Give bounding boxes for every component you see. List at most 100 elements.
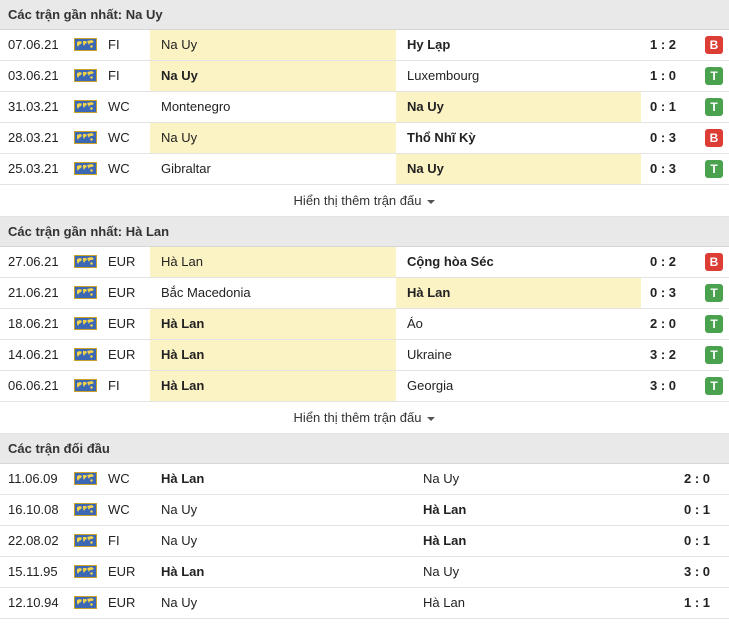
away-team[interactable]: Cộng hòa Séc — [396, 247, 641, 277]
show-more-button[interactable]: Hiển thị thêm trận đấu — [0, 402, 729, 434]
match-score[interactable]: 3 : 0 — [675, 557, 719, 587]
recent-matches-norway: Các trận gần nhất: Na Uy 07.06.21 FI Na Uy… — [0, 0, 729, 217]
match-row[interactable]: 03.06.21 FI Na Uy Luxembourg 1 : 0 T — [0, 61, 729, 92]
match-date: 07.06.21 — [8, 37, 59, 52]
head-to-head: Các trận đối đầu 11.06.09 WC Hà Lan Na Uy 2 … — [0, 434, 729, 619]
home-team[interactable]: Montenegro — [150, 92, 396, 122]
away-team[interactable]: Hy Lạp — [396, 30, 641, 60]
home-team[interactable]: Hà Lan — [150, 464, 412, 494]
home-team[interactable]: Hà Lan — [150, 247, 396, 277]
world-map-flag-icon — [74, 69, 97, 82]
world-map-flag-icon — [74, 348, 97, 361]
competition-code: EUR — [108, 316, 136, 331]
home-team[interactable]: Hà Lan — [150, 309, 396, 339]
match-row[interactable]: 12.10.94 EUR Na Uy Hà Lan 1 : 1 — [0, 588, 729, 619]
home-team[interactable]: Hà Lan — [150, 371, 396, 401]
world-map-flag-icon — [74, 38, 97, 51]
away-team[interactable]: Georgia — [396, 371, 641, 401]
caret-down-icon — [427, 416, 436, 421]
match-score[interactable]: 0 : 3 — [641, 278, 685, 308]
away-team[interactable]: Thổ Nhĩ Kỳ — [396, 123, 641, 153]
match-score[interactable]: 1 : 2 — [641, 30, 685, 60]
home-team[interactable]: Na Uy — [150, 526, 412, 556]
match-row[interactable]: 21.06.21 EUR Bắc Macedonia Hà Lan 0 : 3 T — [0, 278, 729, 309]
home-team[interactable]: Gibraltar — [150, 154, 396, 184]
match-row[interactable]: 18.06.21 EUR Hà Lan Áo 2 : 0 T — [0, 309, 729, 340]
world-map-flag-icon — [74, 255, 97, 268]
away-team[interactable]: Áo — [396, 309, 641, 339]
match-date: 28.03.21 — [8, 130, 59, 145]
away-team[interactable]: Na Uy — [412, 464, 642, 494]
match-score[interactable]: 0 : 1 — [641, 92, 685, 122]
home-team[interactable]: Na Uy — [150, 495, 412, 525]
away-team[interactable]: Hà Lan — [396, 278, 641, 308]
match-score[interactable]: 2 : 0 — [641, 309, 685, 339]
away-team[interactable]: Hà Lan — [412, 526, 642, 556]
match-row[interactable]: 25.03.21 WC Gibraltar Na Uy 0 : 3 T — [0, 154, 729, 185]
match-date: 21.06.21 — [8, 285, 59, 300]
match-score[interactable]: 0 : 3 — [641, 123, 685, 153]
result-badge: T — [705, 315, 723, 333]
away-team[interactable]: Na Uy — [396, 92, 641, 122]
match-date: 16.10.08 — [8, 502, 59, 517]
away-team[interactable]: Hà Lan — [412, 495, 642, 525]
world-map-flag-icon — [74, 565, 97, 578]
match-row[interactable]: 14.06.21 EUR Hà Lan Ukraine 3 : 2 T — [0, 340, 729, 371]
match-score[interactable]: 0 : 1 — [675, 495, 719, 525]
match-row[interactable]: 27.06.21 EUR Hà Lan Cộng hòa Séc 0 : 2 B — [0, 247, 729, 278]
result-badge: T — [705, 284, 723, 302]
home-team[interactable]: Hà Lan — [150, 340, 396, 370]
match-score[interactable]: 1 : 0 — [641, 61, 685, 91]
match-date: 18.06.21 — [8, 316, 59, 331]
match-list: 07.06.21 FI Na Uy Hy Lạp 1 : 2 B 03.06.21 FI Na … — [0, 30, 729, 185]
result-badge: T — [705, 67, 723, 85]
competition-code: FI — [108, 68, 120, 83]
match-row[interactable]: 11.06.09 WC Hà Lan Na Uy 2 : 0 — [0, 464, 729, 495]
competition-code: FI — [108, 378, 120, 393]
match-list: 11.06.09 WC Hà Lan Na Uy 2 : 0 16.10.08 WC Na U… — [0, 464, 729, 619]
away-team[interactable]: Na Uy — [396, 154, 641, 184]
away-team[interactable]: Na Uy — [412, 557, 642, 587]
show-more-label: Hiển thị thêm trận đấu — [293, 410, 422, 425]
match-row[interactable]: 06.06.21 FI Hà Lan Georgia 3 : 0 T — [0, 371, 729, 402]
away-team[interactable]: Hà Lan — [412, 588, 642, 618]
match-row[interactable]: 28.03.21 WC Na Uy Thổ Nhĩ Kỳ 0 : 3 B — [0, 123, 729, 154]
match-date: 14.06.21 — [8, 347, 59, 362]
home-team[interactable]: Na Uy — [150, 61, 396, 91]
match-score[interactable]: 3 : 2 — [641, 340, 685, 370]
result-badge: B — [705, 253, 723, 271]
match-score[interactable]: 2 : 0 — [675, 464, 719, 494]
away-team[interactable]: Luxembourg — [396, 61, 641, 91]
home-team[interactable]: Na Uy — [150, 30, 396, 60]
match-score[interactable]: 0 : 3 — [641, 154, 685, 184]
match-row[interactable]: 22.08.02 FI Na Uy Hà Lan 0 : 1 — [0, 526, 729, 557]
competition-code: EUR — [108, 285, 136, 300]
match-row[interactable]: 07.06.21 FI Na Uy Hy Lạp 1 : 2 B — [0, 30, 729, 61]
match-row[interactable]: 16.10.08 WC Na Uy Hà Lan 0 : 1 — [0, 495, 729, 526]
result-badge: B — [705, 36, 723, 54]
competition-code: WC — [108, 130, 130, 145]
match-date: 06.06.21 — [8, 378, 59, 393]
home-team[interactable]: Bắc Macedonia — [150, 278, 396, 308]
match-row[interactable]: 15.11.95 EUR Hà Lan Na Uy 3 : 0 — [0, 557, 729, 588]
match-score[interactable]: 3 : 0 — [641, 371, 685, 401]
match-row[interactable]: 31.03.21 WC Montenegro Na Uy 0 : 1 T — [0, 92, 729, 123]
result-badge: T — [705, 377, 723, 395]
world-map-flag-icon — [74, 131, 97, 144]
match-date: 27.06.21 — [8, 254, 59, 269]
result-badge: T — [705, 160, 723, 178]
home-team[interactable]: Na Uy — [150, 123, 396, 153]
match-score[interactable]: 0 : 2 — [641, 247, 685, 277]
competition-code: FI — [108, 37, 120, 52]
show-more-button[interactable]: Hiển thị thêm trận đấu — [0, 185, 729, 217]
competition-code: FI — [108, 533, 120, 548]
away-team[interactable]: Ukraine — [396, 340, 641, 370]
home-team[interactable]: Hà Lan — [150, 557, 412, 587]
match-score[interactable]: 0 : 1 — [675, 526, 719, 556]
recent-matches-netherlands: Các trận gần nhất: Hà Lan 27.06.21 EUR Hà … — [0, 217, 729, 434]
world-map-flag-icon — [74, 472, 97, 485]
home-team[interactable]: Na Uy — [150, 588, 412, 618]
match-date: 03.06.21 — [8, 68, 59, 83]
match-score[interactable]: 1 : 1 — [675, 588, 719, 618]
match-date: 12.10.94 — [8, 595, 59, 610]
